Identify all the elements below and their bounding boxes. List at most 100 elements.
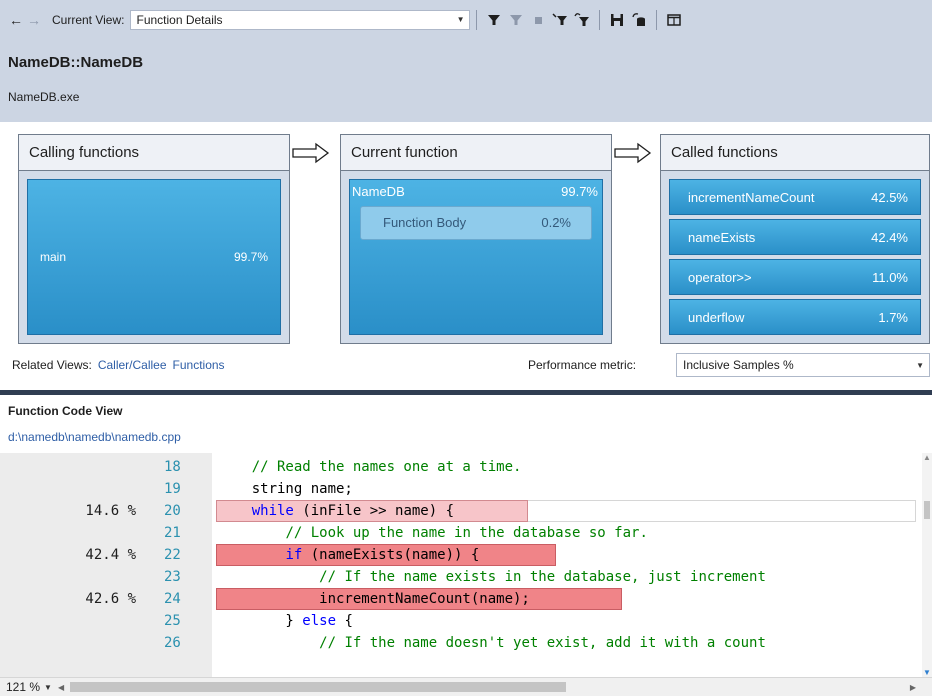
tile-label: main bbox=[40, 250, 67, 264]
module-name: NameDB.exe bbox=[8, 90, 80, 104]
related-views: Related Views: Caller/Callee Functions bbox=[12, 358, 225, 372]
code-line[interactable]: 42.6 % 24 incrementNameCount(name); bbox=[0, 588, 922, 610]
scrollbar-thumb[interactable] bbox=[924, 501, 930, 519]
tile-label: nameExists bbox=[688, 230, 756, 245]
tile-value: 11.0% bbox=[872, 270, 908, 285]
expand-hot-path-icon[interactable] bbox=[551, 11, 569, 29]
split-view-icon[interactable] bbox=[665, 11, 683, 29]
tile-value: 0.2% bbox=[541, 215, 571, 230]
code-line[interactable]: 18 // Read the names one at a time. bbox=[0, 456, 922, 478]
related-views-label: Related Views: bbox=[12, 358, 92, 372]
tile-value: 99.7% bbox=[233, 250, 268, 264]
function-body-tile[interactable]: Function Body 0.2% bbox=[360, 206, 592, 240]
toolbar-separator bbox=[599, 10, 601, 30]
line-number: 23 bbox=[164, 569, 181, 585]
code-editor[interactable]: 18 // Read the names one at a time. 19 st… bbox=[0, 453, 922, 677]
tile-label: Function Body bbox=[383, 215, 467, 230]
code-line[interactable]: 25 } else { bbox=[0, 610, 922, 632]
called-function-tile[interactable]: nameExists 42.4% bbox=[669, 219, 921, 255]
line-source: // If the name doesn't yet exist, add it… bbox=[319, 635, 766, 651]
line-number: 22 bbox=[164, 547, 181, 563]
called-functions-title: Called functions bbox=[661, 135, 929, 171]
filter-icon[interactable] bbox=[485, 11, 503, 29]
function-flow-panels: Calling functions main 99.7% Current fun… bbox=[0, 122, 932, 390]
called-function-tile[interactable]: underflow 1.7% bbox=[669, 299, 921, 335]
save-icon[interactable] bbox=[608, 11, 626, 29]
function-header: NameDB::NameDB NameDB.exe bbox=[0, 40, 932, 122]
line-sample-percent: 42.4 % bbox=[85, 547, 136, 563]
line-source: } else { bbox=[218, 613, 353, 629]
performance-metric-value: Inclusive Samples % bbox=[683, 358, 794, 372]
toolbar-separator bbox=[656, 10, 658, 30]
show-hot-path-icon[interactable] bbox=[573, 11, 591, 29]
calling-functions-title: Calling functions bbox=[19, 135, 289, 171]
line-sample-percent: 42.6 % bbox=[85, 591, 136, 607]
scroll-left-icon[interactable]: ◀ bbox=[58, 683, 68, 692]
function-name: NameDB::NameDB bbox=[8, 54, 144, 71]
tile-value: 42.5% bbox=[871, 190, 908, 205]
toolbar: ← → Current View: Function Details ▼ bbox=[0, 0, 932, 40]
current-function-title: Current function bbox=[341, 135, 611, 171]
line-source: while (inFile >> name) { bbox=[251, 503, 455, 519]
line-number: 25 bbox=[164, 613, 181, 629]
tile-value: 1.7% bbox=[878, 310, 908, 325]
performance-metric-select[interactable]: Inclusive Samples % ▼ bbox=[676, 353, 930, 377]
performance-metric-label: Performance metric: bbox=[528, 358, 637, 372]
horizontal-scrollbar-thumb[interactable] bbox=[70, 682, 566, 692]
code-view-title: Function Code View bbox=[8, 404, 123, 418]
tile-label: operator>> bbox=[688, 270, 752, 285]
chevron-down-icon: ▼ bbox=[916, 361, 924, 370]
zoom-level[interactable]: 121 % bbox=[0, 680, 44, 694]
line-number: 21 bbox=[164, 525, 181, 541]
status-bar: 121 % ▼ ◀ ▶ bbox=[0, 677, 932, 696]
line-number: 26 bbox=[164, 635, 181, 651]
current-view-select[interactable]: Function Details ▼ bbox=[130, 10, 471, 30]
back-arrow-icon[interactable]: ← bbox=[8, 13, 24, 27]
called-function-tile[interactable]: operator>> 11.0% bbox=[669, 259, 921, 295]
code-line[interactable]: 14.6 % 20 while (inFile >> name) { bbox=[0, 500, 922, 522]
functions-link[interactable]: Functions bbox=[173, 358, 225, 372]
toolbar-separator bbox=[476, 10, 478, 30]
code-line[interactable]: 19 string name; bbox=[0, 478, 922, 500]
code-line[interactable]: 42.4 % 22 if (nameExists(name)) { bbox=[0, 544, 922, 566]
tile-label: incrementNameCount bbox=[688, 190, 815, 205]
clear-filter-icon[interactable] bbox=[507, 11, 525, 29]
vertical-scrollbar[interactable]: ▲ ▼ bbox=[922, 453, 932, 677]
line-number: 24 bbox=[164, 591, 181, 607]
current-view-label: Current View: bbox=[52, 13, 125, 27]
scroll-up-icon[interactable]: ▲ bbox=[923, 453, 931, 462]
code-view-header: Function Code View d:\namedb\namedb\name… bbox=[0, 395, 932, 453]
tile-value: 42.4% bbox=[871, 230, 908, 245]
tile-value: 99.7% bbox=[561, 184, 598, 199]
scroll-right-icon[interactable]: ▶ bbox=[910, 683, 916, 692]
tile-label: NameDB bbox=[352, 184, 405, 199]
line-source: // Look up the name in the database so f… bbox=[285, 525, 648, 541]
current-function-panel: Current function NameDB 99.7% Function B… bbox=[340, 134, 612, 344]
calling-functions-panel: Calling functions main 99.7% bbox=[18, 134, 290, 344]
forward-arrow-icon[interactable]: → bbox=[26, 13, 42, 27]
current-function-tile[interactable]: NameDB 99.7% Function Body 0.2% bbox=[349, 179, 603, 335]
source-file-link[interactable]: d:\namedb\namedb\namedb.cpp bbox=[8, 430, 181, 444]
calling-function-tile-main[interactable]: main 99.7% bbox=[27, 179, 281, 335]
line-sample-percent: 14.6 % bbox=[85, 503, 136, 519]
called-functions-panel: Called functions incrementNameCount 42.5… bbox=[660, 134, 930, 344]
export-icon[interactable] bbox=[630, 11, 648, 29]
line-source: // Read the names one at a time. bbox=[251, 459, 522, 475]
chevron-down-icon: ▼ bbox=[456, 15, 465, 24]
chevron-down-icon[interactable]: ▼ bbox=[44, 683, 58, 692]
line-source: string name; bbox=[218, 481, 353, 497]
line-number: 20 bbox=[164, 503, 181, 519]
line-number: 19 bbox=[164, 481, 181, 497]
current-view-value: Function Details bbox=[136, 13, 223, 27]
called-function-tile[interactable]: incrementNameCount 42.5% bbox=[669, 179, 921, 215]
caller-callee-link[interactable]: Caller/Callee bbox=[98, 358, 167, 372]
arrow-right-icon bbox=[614, 142, 652, 164]
code-line[interactable]: 23 // If the name exists in the database… bbox=[0, 566, 922, 588]
code-line[interactable]: 21 // Look up the name in the database s… bbox=[0, 522, 922, 544]
code-line[interactable]: 26 // If the name doesn't yet exist, add… bbox=[0, 632, 922, 654]
scroll-down-icon[interactable]: ▼ bbox=[923, 668, 931, 677]
stop-icon[interactable] bbox=[529, 11, 547, 29]
line-source: if (nameExists(name)) { bbox=[285, 547, 480, 563]
line-source: // If the name exists in the database, j… bbox=[319, 569, 766, 585]
line-source: incrementNameCount(name); bbox=[218, 591, 530, 607]
